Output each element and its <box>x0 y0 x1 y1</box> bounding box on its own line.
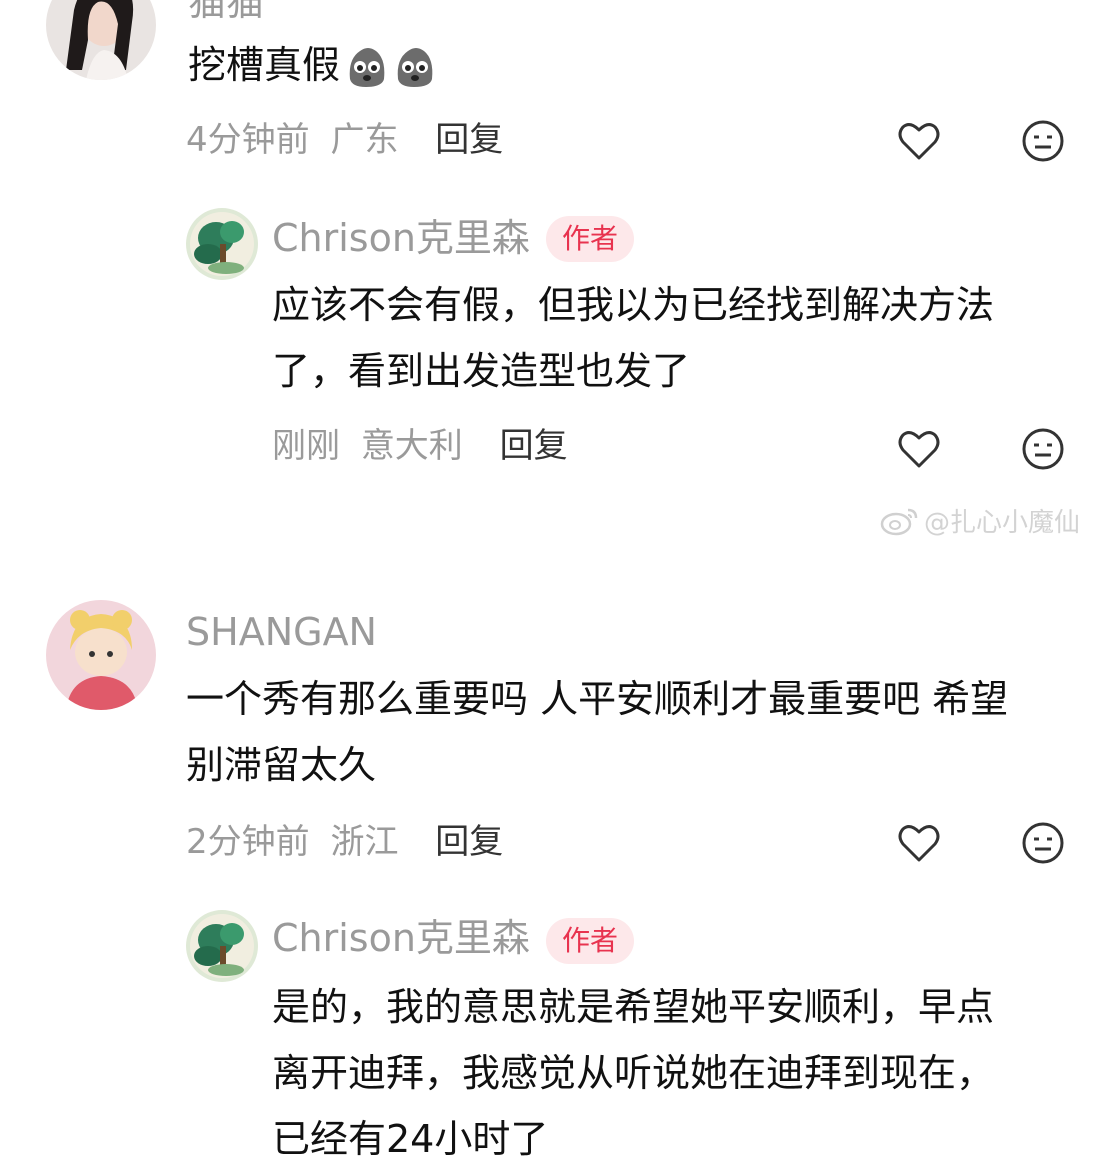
comment-location: 浙江 <box>330 822 399 862</box>
heart-outline-icon[interactable] <box>896 426 942 472</box>
comment-text-content: 挖槽真假 <box>188 43 341 87</box>
reply-text-line: 应该不会有假，但我以为已经找到解决方法 <box>272 283 995 327</box>
reply-time: 刚刚 <box>272 426 340 466</box>
comment-meta: 2分钟前 浙江 回复 <box>186 822 503 862</box>
reply-username[interactable]: Chrison克里森 <box>272 216 530 260</box>
heart-outline-icon[interactable] <box>896 118 942 164</box>
thinking-emoji-icon <box>390 41 438 89</box>
neutral-face-icon[interactable] <box>1020 820 1066 866</box>
reply-location: 意大利 <box>360 426 463 466</box>
comment-username[interactable]: SHANGAN <box>186 610 377 654</box>
avatar-user-shangan[interactable] <box>46 600 156 710</box>
reply-meta: 刚刚 意大利 回复 <box>272 426 568 466</box>
avatar-author-chrison[interactable] <box>186 208 258 280</box>
comment-time: 4分钟前 <box>186 120 310 160</box>
watermark-text: @扎心小魔仙 <box>924 508 1081 538</box>
heart-outline-icon[interactable] <box>896 820 942 866</box>
author-badge: 作者 <box>546 918 635 964</box>
comment-location: 广东 <box>330 120 399 160</box>
thinking-emoji-icon <box>342 41 390 89</box>
neutral-face-icon[interactable] <box>1020 426 1066 472</box>
reply-username[interactable]: Chrison克里森 <box>272 916 530 960</box>
reply-text-line: 已经有24小时了 <box>272 1117 549 1161</box>
reply-text-line: 了，看到出发造型也发了 <box>272 349 691 393</box>
comment-text: 挖槽真假 <box>188 32 438 98</box>
reply-button[interactable]: 回复 <box>435 120 503 160</box>
comment-text-line: 别滞留太久 <box>186 743 377 787</box>
neutral-face-icon[interactable] <box>1020 118 1066 164</box>
watermark: @扎心小魔仙 <box>880 502 1080 539</box>
author-badge: 作者 <box>546 216 635 262</box>
comment-meta: 4分钟前 广东 回复 <box>186 120 503 160</box>
comment-text: 一个秀有那么重要吗 人平安顺利才最重要吧 希望 别滞留太久 <box>186 666 1086 798</box>
avatar-author-chrison[interactable] <box>186 910 258 982</box>
weibo-logo-icon <box>880 506 920 536</box>
avatar-user-maomao[interactable] <box>46 0 156 80</box>
reply-text-line: 是的，我的意思就是希望她平安顺利，早点 <box>272 985 995 1029</box>
comment-time: 2分钟前 <box>186 822 310 862</box>
reply-text: 应该不会有假，但我以为已经找到解决方法 了，看到出发造型也发了 <box>272 272 1092 404</box>
comment-text-line: 一个秀有那么重要吗 人平安顺利才最重要吧 希望 <box>186 677 1009 721</box>
comment-username[interactable]: 猫猫 <box>188 0 264 24</box>
reply-button[interactable]: 回复 <box>500 426 568 466</box>
reply-text-line: 离开迪拜，我感觉从听说她在迪拜到现在， <box>272 1051 995 1095</box>
reply-text: 是的，我的意思就是希望她平安顺利，早点 离开迪拜，我感觉从听说她在迪拜到现在， … <box>272 974 1092 1172</box>
reply-button[interactable]: 回复 <box>435 822 503 862</box>
